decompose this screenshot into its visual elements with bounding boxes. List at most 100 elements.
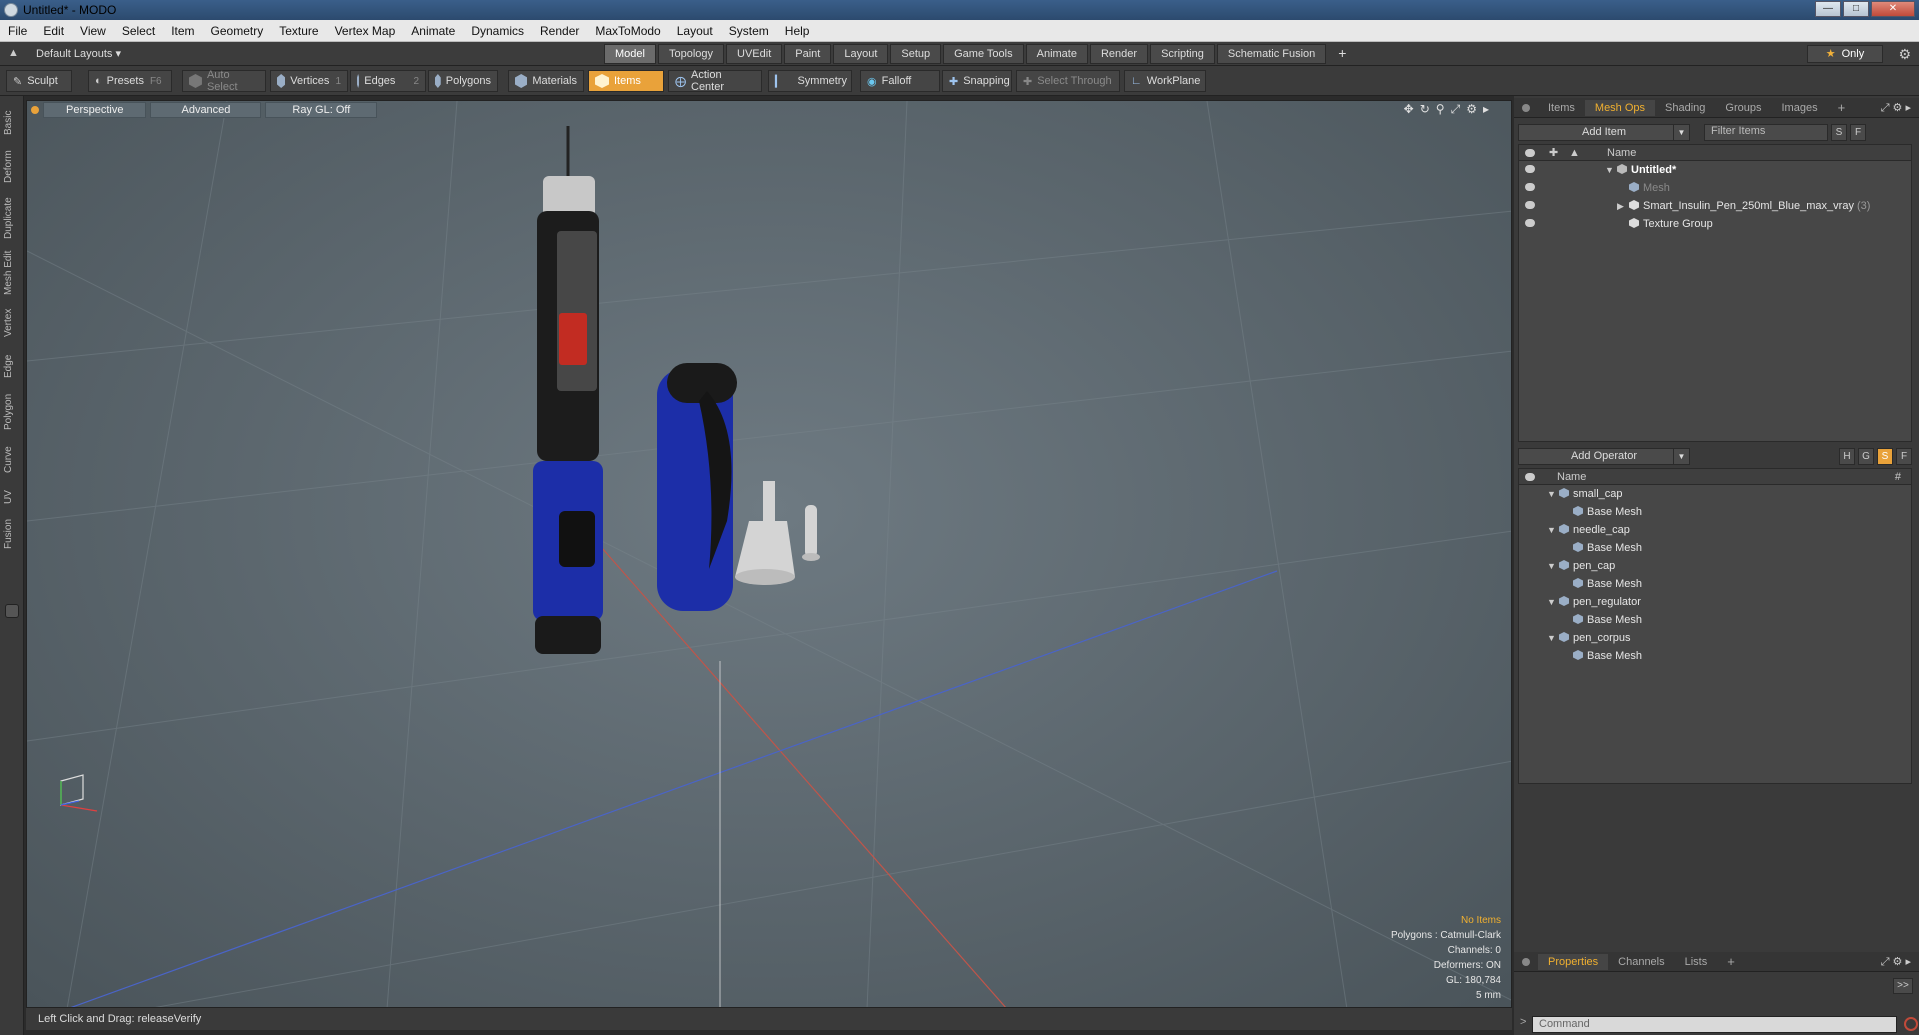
menu-item[interactable]: Item: [163, 24, 202, 38]
command-input[interactable]: Command: [1532, 1016, 1897, 1033]
collapse-icon[interactable]: ▼: [1547, 557, 1559, 575]
advanced-shading-dropdown[interactable]: Advanced: [150, 102, 262, 118]
list-item[interactable]: Mesh: [1519, 179, 1911, 197]
vtab-fusion[interactable]: Fusion: [3, 514, 19, 554]
presets-button[interactable]: ◐ Presets F6: [88, 70, 172, 92]
collapse-icon[interactable]: ▼: [1605, 161, 1617, 179]
list-item[interactable]: Base Mesh: [1519, 647, 1911, 665]
rotate-icon[interactable]: ↻: [1420, 102, 1436, 116]
add-item-dropdown[interactable]: Add Item ▼: [1518, 123, 1690, 141]
workplane-button[interactable]: ∟ WorkPlane: [1124, 70, 1206, 92]
add-tab-icon[interactable]: +: [1328, 44, 1356, 64]
vtab-polygon[interactable]: Polygon: [3, 388, 19, 436]
panel-menu-icon[interactable]: [1522, 957, 1530, 966]
collapse-icon[interactable]: ▼: [1547, 485, 1559, 503]
tab-scripting[interactable]: Scripting: [1150, 44, 1215, 64]
visibility-eye-icon[interactable]: [1525, 201, 1535, 209]
menu-select[interactable]: Select: [114, 24, 163, 38]
viewport-menu-icon[interactable]: [31, 106, 39, 114]
vtab-basic[interactable]: Basic: [3, 104, 19, 142]
layout-toggle-icon[interactable]: ▲: [8, 47, 19, 59]
list-item[interactable]: ▼ Untitled*: [1519, 161, 1911, 179]
menu-dynamics[interactable]: Dynamics: [463, 24, 532, 38]
gear-icon[interactable]: ⚙: [1898, 46, 1911, 63]
expand-arrow-icon[interactable]: ▸: [1483, 102, 1495, 116]
visibility-eye-icon[interactable]: [1525, 183, 1535, 191]
panel-options-icon[interactable]: ⤢ ⚙ ▸: [1881, 101, 1911, 115]
tab-topology[interactable]: Topology: [657, 44, 725, 64]
fit-icon[interactable]: ⤢: [1451, 102, 1467, 116]
only-button[interactable]: ★ Only: [1807, 45, 1883, 63]
polygons-button[interactable]: Polygons: [428, 70, 498, 92]
list-item[interactable]: ▼ needle_cap: [1519, 521, 1911, 539]
operator-g-button[interactable]: G: [1858, 447, 1874, 465]
visibility-eye-icon[interactable]: [1525, 219, 1535, 227]
tab-setup[interactable]: Setup: [890, 44, 942, 64]
filter-items-input[interactable]: Filter Items: [1704, 123, 1828, 141]
panel-menu-icon[interactable]: [1522, 103, 1530, 112]
menu-file[interactable]: File: [0, 24, 35, 38]
visibility-eye-icon[interactable]: [1525, 165, 1535, 173]
items-button[interactable]: Items: [588, 70, 664, 92]
materials-button[interactable]: Materials: [508, 70, 584, 92]
list-item[interactable]: ▼ pen_corpus: [1519, 629, 1911, 647]
zoom-icon[interactable]: ⚲: [1436, 102, 1451, 116]
tab-schematic-fusion[interactable]: Schematic Fusion: [1216, 44, 1327, 64]
vtab-duplicate[interactable]: Duplicate: [3, 192, 19, 244]
list-item[interactable]: Base Mesh: [1519, 611, 1911, 629]
tab-model[interactable]: Model: [604, 44, 656, 64]
list-item[interactable]: Base Mesh: [1519, 575, 1911, 593]
add-panel-tab-icon[interactable]: +: [1828, 98, 1856, 117]
view-mode-dropdown[interactable]: Perspective: [43, 102, 147, 118]
menu-view[interactable]: View: [72, 24, 114, 38]
vertices-button[interactable]: Vertices 1: [270, 70, 348, 92]
symmetry-button[interactable]: ▎ Symmetry: [768, 70, 852, 92]
3d-viewport[interactable]: Perspective Advanced Ray GL: Off ✥↻⚲⤢⚙▸ …: [26, 100, 1512, 1008]
list-item[interactable]: Base Mesh: [1519, 503, 1911, 521]
list-item[interactable]: ▼ small_cap: [1519, 485, 1911, 503]
falloff-button[interactable]: ◉ Falloff: [860, 70, 940, 92]
expand-icon[interactable]: ▶: [1617, 197, 1629, 215]
list-item[interactable]: ▶ Smart_Insulin_Pen_250ml_Blue_max_vray (…: [1519, 197, 1911, 215]
auto-select-button[interactable]: Auto Select: [182, 69, 266, 93]
action-center-button[interactable]: ⨁ Action Center: [668, 69, 762, 93]
tab-items[interactable]: Items: [1538, 100, 1585, 116]
tab-images[interactable]: Images: [1772, 100, 1828, 116]
tab-uvedit[interactable]: UVEdit: [726, 44, 783, 64]
vtab-mesh-edit[interactable]: Mesh Edit: [3, 248, 19, 298]
menu-texture[interactable]: Texture: [271, 24, 326, 38]
collapse-icon[interactable]: ▼: [1547, 593, 1559, 611]
default-layouts-dropdown[interactable]: Default Layouts ▾: [36, 47, 121, 60]
tab-shading[interactable]: Shading: [1655, 100, 1715, 116]
snapping-button[interactable]: ✚ Snapping: [942, 70, 1012, 92]
add-panel-tab-icon[interactable]: +: [1717, 952, 1745, 971]
minimize-button[interactable]: —: [1815, 1, 1841, 17]
maximize-button[interactable]: □: [1843, 1, 1869, 17]
filter-f-button[interactable]: F: [1850, 123, 1866, 141]
tab-animate[interactable]: Animate: [1025, 44, 1088, 64]
tab-layout[interactable]: Layout: [833, 44, 889, 64]
menu-render[interactable]: Render: [532, 24, 587, 38]
tab-properties[interactable]: Properties: [1538, 953, 1609, 970]
tab-game-tools[interactable]: Game Tools: [943, 44, 1024, 64]
select-through-button[interactable]: ✚ Select Through: [1016, 70, 1120, 92]
menu-system[interactable]: System: [721, 24, 777, 38]
menu-help[interactable]: Help: [777, 24, 818, 38]
close-button[interactable]: ✕: [1871, 1, 1915, 17]
menu-geometry[interactable]: Geometry: [203, 24, 272, 38]
panel-toggle-icon[interactable]: [5, 604, 19, 618]
viewport-settings-icon[interactable]: ⚙: [1466, 102, 1483, 116]
menu-layout[interactable]: Layout: [669, 24, 721, 38]
tab-mesh-ops[interactable]: Mesh Ops: [1584, 99, 1656, 116]
vtab-vertex[interactable]: Vertex: [3, 302, 19, 344]
vtab-deform[interactable]: Deform: [3, 146, 19, 188]
filter-s-button[interactable]: S: [1831, 123, 1847, 141]
collapse-icon[interactable]: ▼: [1547, 521, 1559, 539]
menu-vertex-map[interactable]: Vertex Map: [327, 24, 404, 38]
edges-button[interactable]: Edges 2: [350, 70, 426, 92]
list-item[interactable]: ▼ pen_regulator: [1519, 593, 1911, 611]
expand-properties-button[interactable]: >>: [1893, 978, 1913, 994]
raygl-toggle[interactable]: Ray GL: Off: [265, 102, 378, 118]
list-item[interactable]: Texture Group: [1519, 215, 1911, 233]
list-item[interactable]: ▼ pen_cap: [1519, 557, 1911, 575]
